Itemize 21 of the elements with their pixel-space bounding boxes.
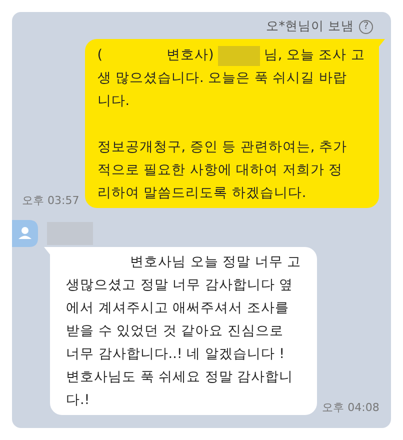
avatar-icon	[12, 220, 38, 247]
message-line: 너무 감사합니다..! 네 알겠습니다 !	[66, 345, 285, 364]
message-line: 정보공개청구, 증인 등 관련하여는, 추가	[97, 138, 348, 157]
help-icon[interactable]: ?	[359, 20, 373, 34]
message-line: 적으로 필요한 사항에 대하여 저희가 정	[97, 161, 343, 180]
message-line: 에서 계셔주시고 애써주셔서 조사를	[66, 299, 289, 318]
message-line: 니다.	[97, 92, 130, 111]
message-line: 받을 수 있었던 것 같아요 진심으로	[66, 322, 284, 341]
message-line: (	[97, 46, 103, 65]
message-line: 변호사님도 푹 쉬세요 정말 감사합니	[66, 368, 294, 387]
message-line: 생많으셨고 정말 너무 감사합니다 옆	[66, 276, 294, 295]
redaction-block	[218, 46, 260, 66]
message-line: 님, 오늘 조사 고	[264, 46, 365, 65]
message-line: 생 많으셨습니다. 오늘은 푹 쉬시길 바랍	[97, 69, 348, 88]
message-time: 오후 04:08	[322, 400, 380, 415]
message-line: 변호사님 오늘 정말 너무 고	[130, 253, 302, 272]
sender-note: 오*현님이 보냄	[266, 18, 354, 35]
message-line: 리하여 말씀드리도록 하겠습니다.	[97, 184, 306, 203]
message-time: 오후 03:57	[22, 193, 80, 208]
message-line: 변호사)	[166, 46, 214, 65]
message-line: 다.!	[66, 391, 90, 410]
